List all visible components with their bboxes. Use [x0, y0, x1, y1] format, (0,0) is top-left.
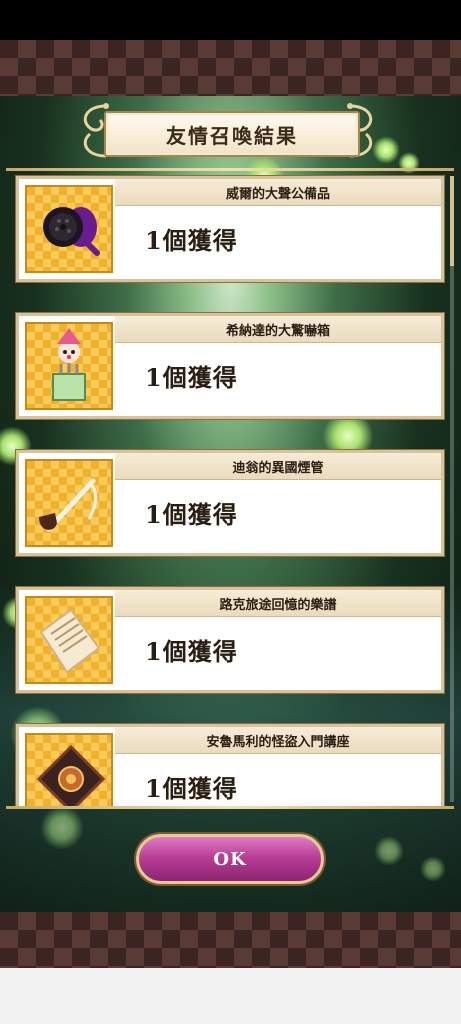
list-item: 安魯馬利的怪盜入門講座 1個獲得	[16, 724, 444, 806]
list-item: 威爾的大聲公備品 1個獲得	[16, 176, 444, 282]
result-list[interactable]: 威爾的大聲公備品 1個獲得 希納達的大驚嚇箱 1個獲得 迪翁的異國煙管 1個獲得…	[0, 172, 461, 806]
jack-in-the-box-icon	[52, 328, 86, 401]
megaphone-icon	[43, 207, 100, 256]
item-count: 1個獲得	[145, 774, 238, 803]
decorative-band-bottom	[0, 912, 461, 968]
page-title: 友情召喚結果	[104, 111, 360, 157]
item-name: 希納達的大驚嚇箱	[115, 316, 441, 343]
list-item: 希納達的大驚嚇箱 1個獲得	[16, 313, 444, 419]
item-icon-frame	[25, 185, 113, 273]
item-icon-frame	[25, 322, 113, 410]
item-icon-frame	[25, 733, 113, 806]
decorative-band-top	[0, 40, 461, 96]
frame-top-border	[6, 168, 454, 171]
status-bar	[0, 0, 461, 40]
book-icon	[36, 744, 106, 806]
navigation-area	[0, 968, 461, 1024]
item-count: 1個獲得	[145, 363, 238, 392]
item-count: 1個獲得	[145, 500, 238, 529]
item-name: 迪翁的異國煙管	[115, 453, 441, 480]
item-count: 1個獲得	[145, 637, 238, 666]
item-icon-frame	[25, 596, 113, 684]
item-icon-frame	[25, 459, 113, 547]
scrollbar[interactable]	[450, 176, 454, 802]
pipe-icon	[39, 478, 98, 532]
list-item: 迪翁的異國煙管 1個獲得	[16, 450, 444, 556]
list-item: 路克旅途回憶的樂譜 1個獲得	[16, 587, 444, 693]
item-count: 1個獲得	[145, 226, 238, 255]
frame-bottom-border	[6, 806, 454, 809]
item-name: 威爾的大聲公備品	[115, 179, 441, 206]
item-name: 路克旅途回憶的樂譜	[115, 590, 441, 617]
scrollbar-thumb[interactable]	[450, 176, 454, 266]
sheet-music-icon	[39, 608, 101, 674]
item-name: 安魯馬利的怪盜入門講座	[115, 727, 441, 754]
ok-button[interactable]: OK	[136, 834, 324, 884]
